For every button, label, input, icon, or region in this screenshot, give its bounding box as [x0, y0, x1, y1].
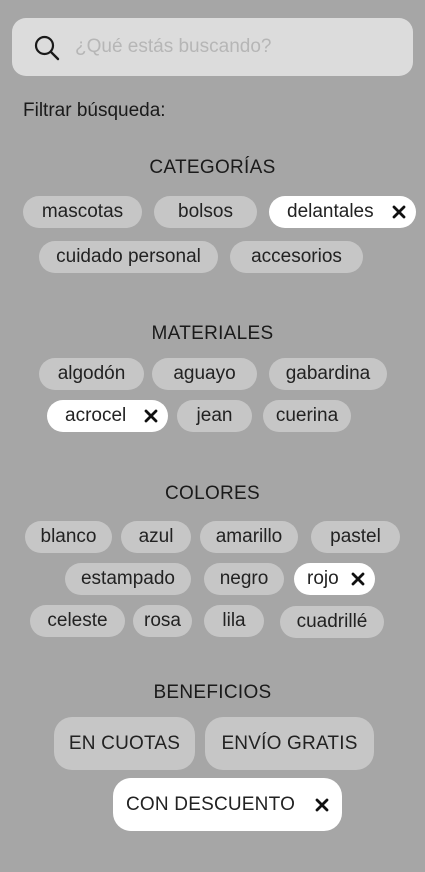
chip-mascotas[interactable]: mascotas [23, 196, 142, 228]
chip-blanco[interactable]: blanco [25, 521, 112, 553]
chip-label: bolsos [178, 201, 233, 222]
chip-label: amarillo [215, 526, 283, 547]
chip-rojo[interactable]: rojo [294, 563, 375, 595]
chip-cuadrille[interactable]: cuadrillé [280, 606, 384, 638]
chip-lila[interactable]: lila [204, 605, 264, 637]
chip-negro[interactable]: negro [204, 563, 284, 595]
chip-label: acrocel [65, 405, 127, 426]
filter-label: Filtrar búsqueda: [23, 100, 166, 121]
chip-estampado[interactable]: estampado [65, 563, 191, 595]
chip-label: cuidado personal [56, 246, 201, 267]
chip-jean[interactable]: jean [177, 400, 252, 432]
chip-aguayo[interactable]: aguayo [152, 358, 257, 390]
section-title-beneficios: BENEFICIOS [153, 682, 272, 703]
chip-cuerina[interactable]: cuerina [263, 400, 351, 432]
chip-con-descuento[interactable]: CON DESCUENTO [113, 778, 342, 831]
chip-gabardina[interactable]: gabardina [269, 358, 387, 390]
section-title-categorias: CATEGORÍAS [149, 157, 276, 178]
chip-label: jean [196, 405, 233, 426]
chip-label: aguayo [173, 363, 236, 384]
chip-label: cuadrillé [296, 611, 368, 632]
close-icon[interactable] [350, 571, 366, 587]
search-input[interactable] [75, 32, 395, 62]
chip-envio-gratis[interactable]: ENVÍO GRATIS [205, 717, 374, 770]
chip-algodon[interactable]: algodón [39, 358, 144, 390]
chip-amarillo[interactable]: amarillo [200, 521, 298, 553]
search-bar[interactable] [12, 18, 413, 76]
chip-label: rojo [307, 568, 339, 589]
chip-label: negro [219, 568, 269, 589]
section-title-colores: COLORES [164, 483, 260, 504]
chip-label: ENVÍO GRATIS [221, 732, 358, 754]
search-icon[interactable] [33, 34, 61, 62]
chip-label: EN CUOTAS [68, 732, 181, 754]
chip-label: estampado [80, 568, 175, 589]
chip-label: celeste [47, 610, 108, 631]
close-icon[interactable] [143, 408, 159, 424]
chip-pastel[interactable]: pastel [311, 521, 400, 553]
chip-label: lila [222, 610, 246, 631]
chip-label: pastel [330, 526, 381, 547]
chip-label: accesorios [251, 246, 342, 267]
chip-label: azul [138, 526, 174, 547]
close-icon[interactable] [314, 797, 330, 813]
chip-accesorios[interactable]: accesorios [230, 241, 363, 273]
chip-delantales[interactable]: delantales [269, 196, 416, 228]
chip-label: gabardina [285, 363, 371, 384]
chip-label: CON DESCUENTO [126, 793, 296, 815]
chip-rosa[interactable]: rosa [133, 605, 192, 637]
chip-cuidado-personal[interactable]: cuidado personal [39, 241, 218, 273]
chip-celeste[interactable]: celeste [30, 605, 125, 637]
chip-label: rosa [144, 610, 181, 631]
chip-en-cuotas[interactable]: EN CUOTAS [54, 717, 195, 770]
chip-bolsos[interactable]: bolsos [154, 196, 257, 228]
chip-label: mascotas [41, 201, 124, 222]
chip-label: blanco [40, 526, 97, 547]
chip-label: cuerina [275, 405, 339, 426]
chip-label: algodón [57, 363, 126, 384]
chip-acrocel[interactable]: acrocel [47, 400, 168, 432]
chip-label: delantales [287, 201, 374, 222]
chip-azul[interactable]: azul [121, 521, 191, 553]
section-title-materiales: MATERIALES [151, 323, 274, 344]
close-icon[interactable] [391, 204, 407, 220]
